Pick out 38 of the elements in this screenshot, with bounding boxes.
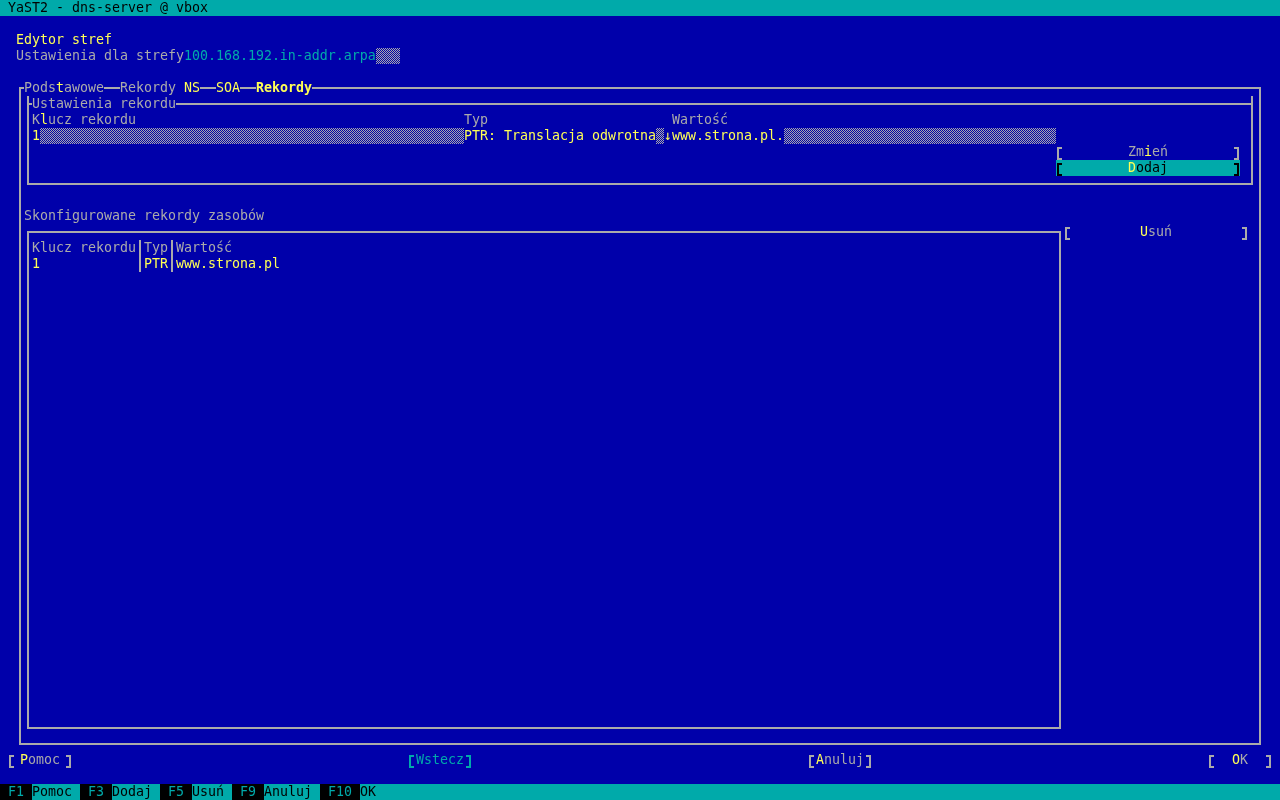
tab[interactable]: Rekordy: [255, 80, 312, 96]
field-label: Klucz rekordu: [32, 112, 136, 127]
table-cell[interactable]: PTR: [144, 256, 168, 272]
tab[interactable]: SOA: [215, 80, 240, 96]
dialog-title: Edytor stref: [16, 32, 112, 47]
tab[interactable]: Podstawowe: [24, 80, 104, 96]
shortcut-key: F1: [0, 784, 32, 800]
shortcut-key: F9: [231, 784, 264, 800]
function-key-button[interactable]: F3 Dodaj: [80, 784, 160, 800]
shortcut-key: F3: [80, 784, 112, 800]
field-label: Typ: [464, 112, 488, 127]
tab[interactable]: Rekordy NS: [119, 80, 200, 96]
function-key-button[interactable]: F5 Usuń: [159, 784, 232, 800]
help-button[interactable]: Pomoc: [8, 752, 72, 768]
table-cell[interactable]: www.strona.pl: [176, 256, 280, 272]
ok-button[interactable]: OK: [1208, 752, 1272, 768]
field-label: Wartość: [672, 112, 728, 127]
zone-name-field: 100.168.192.in-addr.arpa: [183, 48, 400, 64]
zone-label: Ustawienia dla strefy: [16, 48, 184, 64]
function-key-button[interactable]: F1 Pomoc: [0, 784, 80, 800]
shortcut-key: F5: [159, 784, 192, 800]
function-key-button[interactable]: F9 Anuluj: [231, 784, 320, 800]
text-field[interactable]: 1: [32, 128, 464, 144]
text-field[interactable]: www.strona.pl.: [672, 128, 1056, 144]
shortcut-key: F10: [319, 784, 360, 800]
dropdown-field[interactable]: PTR: Translacja odwrotna ↓: [464, 128, 672, 144]
group-title: Ustawienia rekordu: [32, 96, 176, 112]
change-button[interactable]: Zmień: [1056, 144, 1240, 160]
cancel-button[interactable]: Anuluj: [808, 752, 872, 768]
section-label: Skonfigurowane rekordy zasobów: [24, 208, 264, 223]
column-header: Wartość: [176, 240, 232, 256]
function-key-button[interactable]: F10 OK: [319, 784, 384, 800]
column-header: Typ: [144, 240, 168, 256]
add-button[interactable]: Dodaj: [1056, 160, 1240, 176]
column-header: Klucz rekordu: [32, 240, 136, 256]
window-title: YaST2 - dns-server @ vbox: [8, 0, 208, 15]
table-cell[interactable]: 1: [32, 256, 40, 272]
delete-button[interactable]: Usuń: [1064, 224, 1248, 240]
